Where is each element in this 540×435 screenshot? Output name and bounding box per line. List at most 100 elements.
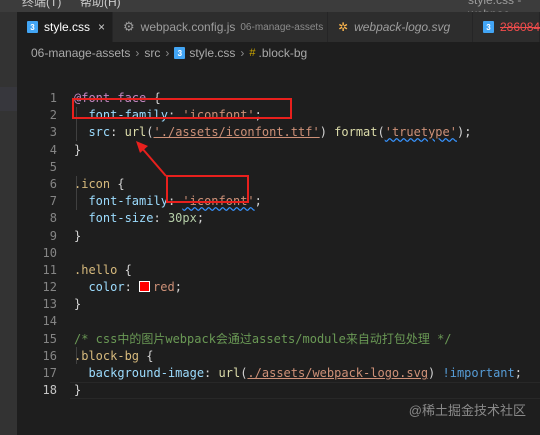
editor-tab-bar: 3 style.css × ⚙ webpack.config.js 06-man… [17,12,540,42]
line-number: 9 [49,228,57,243]
code-token: } [74,297,82,312]
breadcrumb-folder[interactable]: 06-manage-assets [31,46,130,60]
code-line[interactable] [74,313,540,330]
line-number: 3 [49,125,57,140]
line-number: 16 [42,348,57,363]
code-line[interactable]: @font-face { [74,90,540,107]
tab-webpack-logo-svg[interactable]: ✲ webpack-logo.svg [328,12,473,42]
code-line[interactable]: } [74,296,540,313]
line-number: 18 [42,383,57,398]
tab-label: webpack-logo.svg [354,20,451,34]
css-file-icon: 3 [483,21,494,33]
tab-style-css[interactable]: 3 style.css × [17,12,113,42]
color-swatch-icon[interactable] [139,281,151,293]
line-number: 12 [42,280,57,295]
code-line[interactable]: .icon { [74,176,540,193]
line-number: 6 [49,176,57,191]
code-token: font-size [88,211,154,226]
code-token: src [88,125,111,140]
code-token: format [334,125,378,140]
css-file-icon: 3 [174,47,186,59]
code-line[interactable]: } [70,382,540,400]
tab-2860841b[interactable]: 3 2860841b [473,12,540,42]
code-token: font-family [88,108,168,123]
line-number-gutter: 1 2 3 4 5 6 7 8 9 10 11 12 13 14 15 16 17 18 [17,90,57,399]
code-token: url [124,125,147,140]
code-line[interactable]: /* css中的图片webpack会通过assets/module来自动打包处理… [74,331,540,348]
activity-bar [0,12,17,435]
code-line[interactable] [74,159,540,176]
breadcrumb: 06-manage-assets › src › 3 style.css › #… [17,42,540,64]
line-number: 11 [42,262,57,277]
code-line[interactable]: font-family: 'iconfont'; [74,107,540,124]
code-token: 'iconfont' [182,194,255,209]
code-token: font-family [88,194,168,209]
line-number: 1 [49,91,57,105]
code-token: ) [319,125,335,140]
tab-description: 06-manage-assets [240,21,324,33]
line-number: 13 [42,297,57,312]
code-token: color [88,280,125,295]
code-token: 'iconfont' [182,108,255,123]
line-number: 4 [49,142,57,157]
code-token: ( [377,125,385,140]
code-token: { [146,91,161,105]
line-number: 5 [49,159,57,174]
tab-label: webpack.config.js [140,20,236,34]
code-line[interactable]: src: url('./assets/iconfont.ttf') format… [74,124,540,141]
code-token: !important [442,366,515,380]
explorer-selected-row[interactable] [0,87,17,111]
line-number: 15 [42,331,57,346]
code-token: './assets/iconfont.ttf' [153,125,320,140]
code-token: : [167,194,183,209]
breadcrumb-file[interactable]: style.css [189,46,235,60]
menu-item-terminal[interactable]: 终端(T) [22,0,61,10]
code-line[interactable] [74,245,540,262]
code-token: : [110,125,125,140]
code-token: 'truetype' [384,125,457,140]
code-token: } [74,228,82,243]
close-icon[interactable]: × [98,20,105,34]
code-area[interactable]: @font-face { font-family: 'iconfont'; sr… [70,90,540,400]
code-line[interactable]: } [74,142,540,159]
code-token: : [153,211,168,226]
code-line[interactable]: font-family: 'iconfont'; [74,193,540,210]
code-line[interactable]: font-size: 30px; [74,210,540,227]
menu-bar: 终端(T) 帮助(H) style.css - webpac [0,0,540,12]
line-number: 7 [49,194,57,209]
code-token: : [124,280,140,295]
code-token: { [117,262,132,277]
code-token: : [204,366,219,380]
code-line[interactable]: background-image: url(./assets/webpack-l… [74,365,540,382]
code-editor[interactable]: 1 2 3 4 5 6 7 8 9 10 11 12 13 14 15 16 17 18 @font-face {… [17,64,540,435]
code-token: ( [146,125,154,140]
code-token: ) [428,366,443,380]
code-token: ; [174,280,182,295]
breadcrumb-symbol[interactable]: .block-bg [259,46,308,60]
code-token: ./assets/webpack-logo.svg [247,366,429,380]
menu-item-help[interactable]: 帮助(H) [80,0,121,10]
code-line[interactable]: color: red; [74,279,540,296]
line-number: 14 [42,314,57,329]
tab-webpack-config[interactable]: ⚙ webpack.config.js 06-manage-assets [113,12,328,42]
code-token: : [167,108,183,123]
line-number: 10 [42,245,57,260]
code-token: ; [196,211,205,226]
code-line[interactable]: } [74,228,540,245]
code-token: .hello [74,262,118,277]
window-title: style.css - webpac [468,0,522,12]
selector-icon: # [249,47,256,59]
tab-label: 2860841b [500,20,540,34]
code-token: background-image [88,366,205,380]
code-line[interactable]: .block-bg { [74,348,540,365]
code-token: } [74,383,82,398]
code-token: url [218,366,241,380]
code-line[interactable]: .hello { [74,262,540,279]
breadcrumb-folder[interactable]: src [144,46,160,60]
